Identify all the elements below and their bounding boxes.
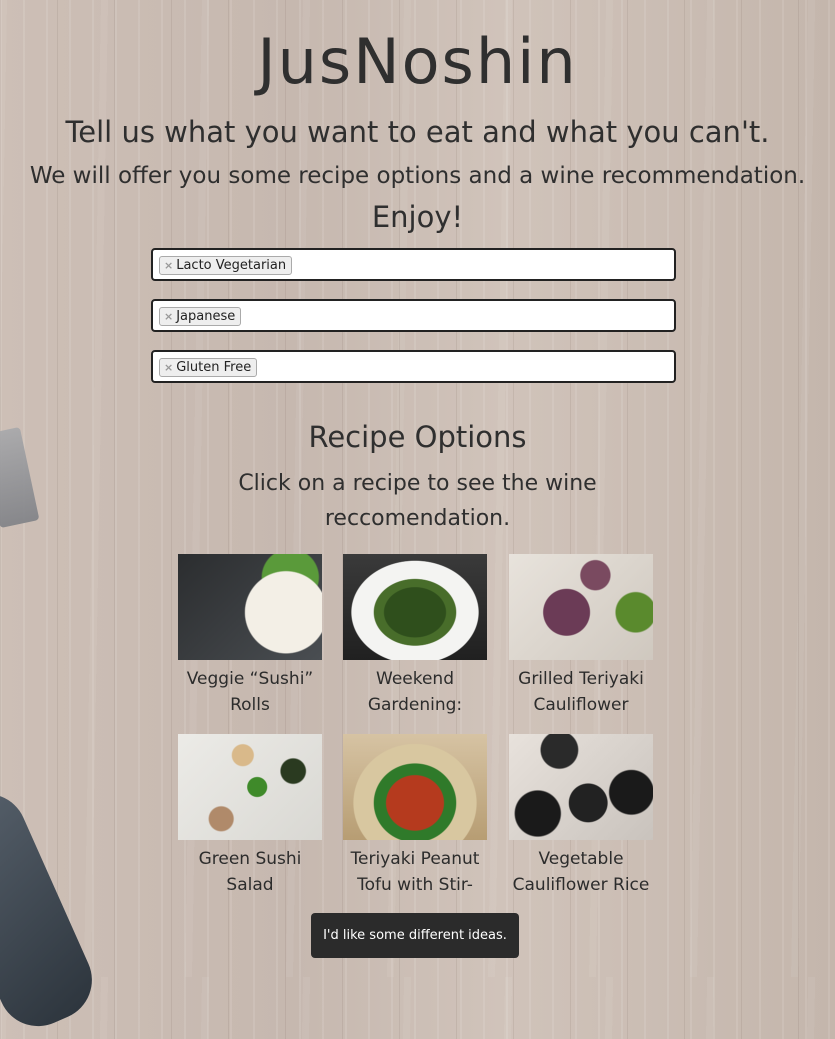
tag-label: Lacto Vegetarian [176, 258, 287, 273]
recipe-image[interactable] [178, 554, 322, 660]
recipe-image[interactable] [178, 734, 322, 840]
remove-tag-icon[interactable]: × [164, 259, 173, 272]
recipe-card-weekend-gardening[interactable]: Weekend Gardening: [343, 554, 487, 718]
recipe-image[interactable] [509, 554, 653, 660]
tag-label: Gluten Free [176, 360, 252, 375]
remove-tag-icon[interactable]: × [164, 310, 173, 323]
recipe-instruction: Click on a recipe to see the wine reccom… [238, 471, 597, 531]
different-ideas-button[interactable]: I'd like some different ideas. [311, 913, 519, 958]
cuisine-select[interactable]: × Japanese [151, 299, 676, 332]
recipe-card-green-sushi-salad[interactable]: Green Sushi Salad [178, 734, 322, 898]
recipe-title[interactable]: Weekend Gardening: [343, 666, 487, 718]
selected-tag-intolerance: × Gluten Free [159, 358, 258, 377]
app-title: JusNoshin [257, 25, 578, 98]
recipe-title[interactable]: Vegetable Cauliflower Rice [509, 846, 653, 898]
recipe-card-vegetable-cauliflower-rice[interactable]: Vegetable Cauliflower Rice [509, 734, 653, 898]
tagline-enjoy: Enjoy! [371, 200, 464, 234]
recipe-card-teriyaki-peanut-tofu[interactable]: Teriyaki Peanut Tofu with Stir- [343, 734, 487, 898]
tagline-primary: Tell us what you want to eat and what yo… [65, 115, 770, 149]
recipe-title[interactable]: Grilled Teriyaki Cauliflower [509, 666, 653, 718]
recipe-title[interactable]: Veggie “Sushi” Rolls [178, 666, 322, 718]
tableware-decoration [0, 781, 105, 1039]
recipe-title[interactable]: Green Sushi Salad [178, 846, 322, 898]
recipe-card-veggie-sushi-rolls[interactable]: Veggie “Sushi” Rolls [178, 554, 322, 718]
tag-label: Japanese [176, 309, 236, 324]
tagline-secondary: We will offer you some recipe options an… [29, 163, 806, 189]
recipe-options-heading: Recipe Options [308, 420, 527, 454]
recipe-title[interactable]: Teriyaki Peanut Tofu with Stir- [343, 846, 487, 898]
remove-tag-icon[interactable]: × [164, 361, 173, 374]
recipe-card-grilled-teriyaki-cauliflower[interactable]: Grilled Teriyaki Cauliflower [509, 554, 653, 718]
selected-tag-diet: × Lacto Vegetarian [159, 256, 293, 275]
selected-tag-cuisine: × Japanese [159, 307, 242, 326]
diet-select[interactable]: × Lacto Vegetarian [151, 248, 676, 281]
recipe-image[interactable] [343, 554, 487, 660]
intolerance-select[interactable]: × Gluten Free [151, 350, 676, 383]
recipe-image[interactable] [343, 734, 487, 840]
recipe-image[interactable] [509, 734, 653, 840]
